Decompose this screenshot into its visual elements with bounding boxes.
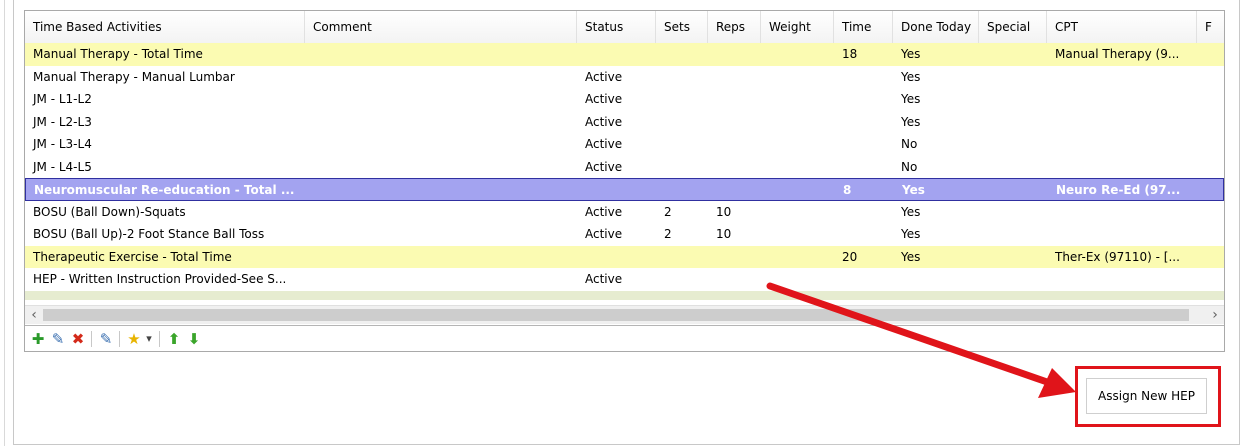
cell-time: 18 [842,47,858,61]
cell-done-today: Yes [901,47,921,61]
cell-status: Active [585,159,623,174]
column-header-weight[interactable]: Weight [761,11,834,43]
grid-rows: Manual Therapy - Total Time 18 Yes Manua… [25,43,1224,300]
cell-sets: 2 [664,204,672,219]
delete-icon[interactable]: ✖ [69,330,87,348]
cell-done-today: Yes [901,204,921,219]
table-row[interactable]: JM - L4-L5 Active No [25,156,1224,179]
scroll-right-icon[interactable]: › [1206,306,1224,324]
horizontal-scrollbar[interactable]: ‹ › [25,305,1224,324]
cell-cpt: Neuro Re-Ed (97... [1056,183,1181,197]
cell-activity: Manual Therapy - Manual Lumbar [33,69,235,84]
edit-icon[interactable]: ✎ [49,330,67,348]
table-row[interactable]: JM - L1-L2 Active Yes [25,88,1224,111]
column-header-comment[interactable]: Comment [305,11,577,43]
cell-activity: JM - L3-L4 [33,137,92,151]
table-row[interactable]: JM - L2-L3 Active Yes [25,111,1224,134]
cell-status: Active [585,227,623,241]
column-header-done-today[interactable]: Done Today [893,11,979,43]
toolbar-separator [91,331,92,347]
cell-activity: HEP - Written Instruction Provided-See S… [33,272,287,286]
cell-status: Active [585,69,623,84]
cell-reps: 10 [716,204,732,219]
cell-status: Active [585,92,623,106]
cell-status: Active [585,204,623,219]
column-header-cpt[interactable]: CPT [1047,11,1197,43]
cell-activity: BOSU (Ball Down)-Squats [33,204,186,219]
column-header-sets[interactable]: Sets [656,11,708,43]
scroll-left-icon[interactable]: ‹ [25,306,43,324]
cell-activity: Neuromuscular Re-education - Total ... [34,183,295,197]
toolbar-separator [119,331,120,347]
cell-activity: JM - L2-L3 [33,114,92,129]
callout-highlight-box: Assign New HEP [1075,366,1221,427]
table-row[interactable]: JM - L3-L4 Active No [25,133,1224,156]
grid-header: Time Based Activities Comment Status Set… [25,11,1224,44]
cell-activity: Therapeutic Exercise - Total Time [33,249,232,264]
cell-status: Active [585,272,623,286]
cell-done-today: Yes [902,183,925,197]
column-header-special[interactable]: Special [979,11,1047,43]
cell-done-today: Yes [901,69,921,84]
table-row[interactable]: Therapeutic Exercise - Total Time 20 Yes… [25,245,1224,268]
table-row[interactable]: BOSU (Ball Up)-2 Foot Stance Ball Toss A… [25,223,1224,246]
cell-status: Active [585,114,623,129]
table-row[interactable]: BOSU (Ball Down)-Squats Active 2 10 Yes [25,201,1224,224]
favorite-icon[interactable]: ★ [125,330,143,348]
table-row[interactable]: Manual Therapy - Total Time 18 Yes Manua… [25,43,1224,66]
cell-done-today: Yes [901,249,921,264]
cell-cpt: Ther-Ex (97110) - [... [1055,249,1180,264]
cell-time: 20 [842,249,858,264]
cell-status: Active [585,137,623,151]
note-icon[interactable]: ✎ [97,330,115,348]
cell-activity: Manual Therapy - Total Time [33,47,203,61]
column-header-time[interactable]: Time [834,11,893,43]
column-header-f[interactable]: F [1197,11,1224,43]
cell-activity: JM - L4-L5 [33,159,92,174]
column-header-activity[interactable]: Time Based Activities [25,11,305,43]
table-row[interactable]: HEP - Written Instruction Provided-See S… [25,268,1224,291]
favorite-dropdown-icon[interactable]: ▾ [143,330,155,348]
cell-done-today: Yes [901,114,921,129]
partial-row [25,290,1224,300]
cell-sets: 2 [664,227,672,241]
table-row[interactable]: Manual Therapy - Manual Lumbar Active Ye… [25,66,1224,89]
left-divider [4,0,5,446]
column-header-status[interactable]: Status [577,11,656,43]
activities-grid: Time Based Activities Comment Status Set… [24,10,1225,352]
cell-time: 8 [843,183,852,197]
move-up-icon[interactable]: ⬆ [165,330,183,348]
grid-toolbar: ✚ ✎ ✖ ✎ ★ ▾ ⬆ ⬇ [25,325,1224,351]
scrollbar-thumb[interactable] [43,309,1189,321]
column-header-reps[interactable]: Reps [708,11,761,43]
cell-reps: 10 [716,227,732,241]
add-icon[interactable]: ✚ [29,330,47,348]
cell-activity: BOSU (Ball Up)-2 Foot Stance Ball Toss [33,227,265,241]
table-row[interactable]: Neuromuscular Re-education - Total ... 8… [25,178,1224,201]
cell-activity: JM - L1-L2 [33,92,92,106]
cell-done-today: No [901,159,918,174]
assign-new-hep-button[interactable]: Assign New HEP [1086,378,1207,414]
move-down-icon[interactable]: ⬇ [185,330,203,348]
cell-cpt: Manual Therapy (9... [1055,47,1180,61]
toolbar-separator [159,331,160,347]
cell-done-today: No [901,137,918,151]
cell-done-today: Yes [901,92,921,106]
cell-done-today: Yes [901,227,921,241]
